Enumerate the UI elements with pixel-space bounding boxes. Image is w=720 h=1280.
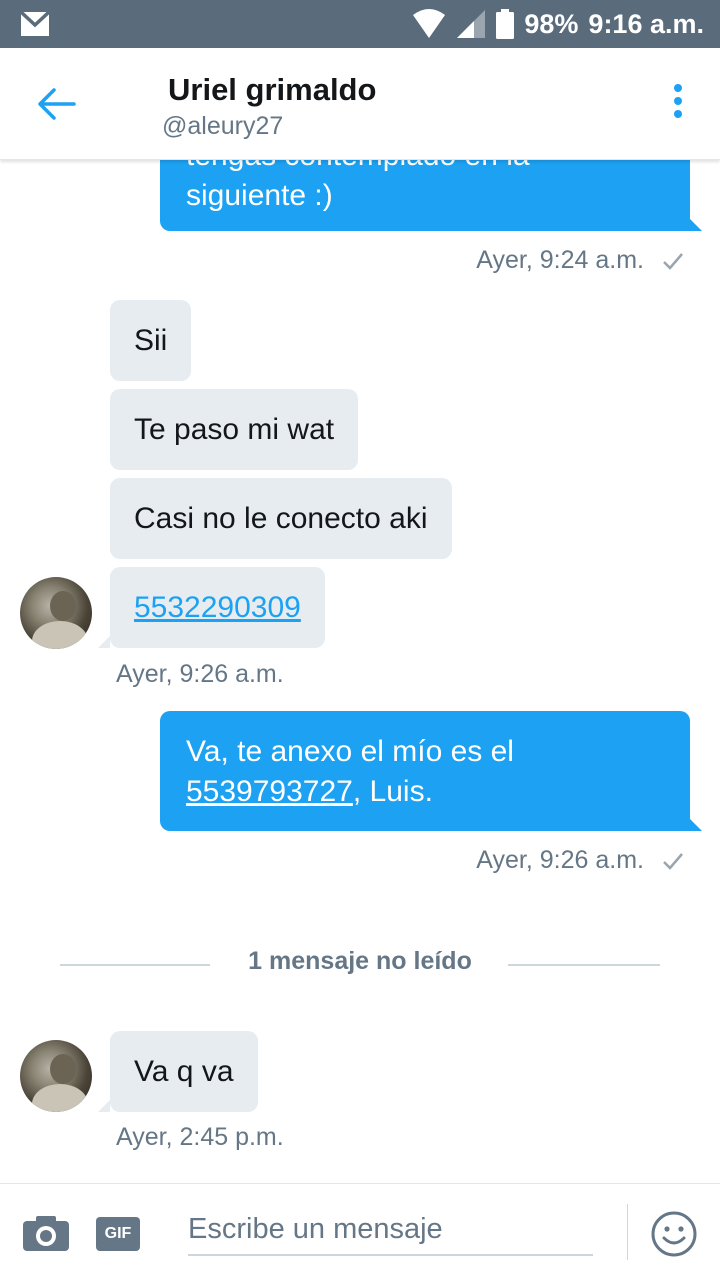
sent-check-icon [663, 252, 683, 270]
signal-icon [457, 10, 486, 38]
back-arrow-icon[interactable] [36, 84, 76, 124]
timestamp-text: Ayer, 2:45 p.m. [116, 1123, 284, 1151]
incoming-message[interactable]: Te paso mi wat [110, 389, 359, 470]
emoji-icon[interactable] [650, 1210, 698, 1258]
gif-button[interactable]: GIF [96, 1217, 140, 1251]
camera-icon[interactable] [22, 1214, 70, 1252]
outgoing-message[interactable]: tengas contemplado en la siguiente :) [160, 160, 702, 231]
sent-check-icon [663, 852, 683, 870]
battery-percent: 98% [524, 8, 579, 39]
message-list[interactable]: tengas contemplado en la siguiente :) Ay… [0, 160, 720, 1183]
status-right: 98% 9:16 a.m. [412, 0, 704, 48]
message-timestamp: Ayer, 9:26 a.m. [476, 846, 684, 875]
composer-divider [627, 1204, 628, 1260]
incoming-message[interactable]: Va q va [98, 1031, 258, 1112]
message-text: Va q va [134, 1055, 234, 1088]
message-text: tengas contemplado en la [186, 160, 664, 176]
message-text: Te paso mi wat [134, 413, 335, 446]
timestamp-text: Ayer, 9:26 a.m. [116, 660, 284, 688]
message-text: siguiente :) [186, 179, 333, 212]
battery-icon [496, 9, 515, 39]
timestamp-text: Ayer, 9:26 a.m. [476, 846, 644, 874]
message-text: Casi no le conecto aki [134, 502, 428, 535]
incoming-message[interactable]: Sii [110, 300, 192, 381]
clock: 9:16 a.m. [588, 8, 704, 39]
message-input[interactable] [188, 1204, 593, 1256]
contact-handle: @aleury27 [162, 112, 284, 140]
message-timestamp: Ayer, 2:45 p.m. [116, 1123, 284, 1152]
message-composer: GIF [0, 1183, 720, 1280]
incoming-message[interactable]: Casi no le conecto aki [110, 478, 452, 559]
unread-divider: 1 mensaje no leído [0, 947, 720, 975]
message-text-line: 5539793727, Luis. [186, 772, 664, 812]
contact-name: Uriel grimaldo [168, 72, 377, 107]
unread-divider-label: 1 mensaje no leído [248, 947, 472, 975]
message-timestamp: Ayer, 9:24 a.m. [476, 246, 684, 275]
conversation-header: Uriel grimaldo @aleury27 [0, 48, 720, 160]
timestamp-text: Ayer, 9:24 a.m. [476, 246, 644, 274]
wifi-icon [413, 9, 446, 38]
message-text: Va, te anexo el mío es el [186, 735, 514, 768]
message-timestamp: Ayer, 9:26 a.m. [116, 660, 284, 689]
status-bar: 98% 9:16 a.m. [0, 0, 720, 48]
outgoing-message[interactable]: Va, te anexo el mío es el 5539793727, Lu… [160, 711, 702, 831]
avatar[interactable] [20, 1040, 92, 1112]
avatar[interactable] [20, 577, 92, 649]
phone-link[interactable]: 5532290309 [134, 591, 301, 624]
mail-notification-icon [20, 11, 50, 36]
message-text: , Luis. [352, 775, 433, 808]
incoming-message[interactable]: 5532290309 [98, 567, 325, 648]
more-options-icon[interactable] [670, 84, 686, 124]
message-text: Sii [134, 324, 168, 357]
phone-link[interactable]: 5539793727 [186, 775, 353, 808]
divider-line [508, 964, 660, 966]
